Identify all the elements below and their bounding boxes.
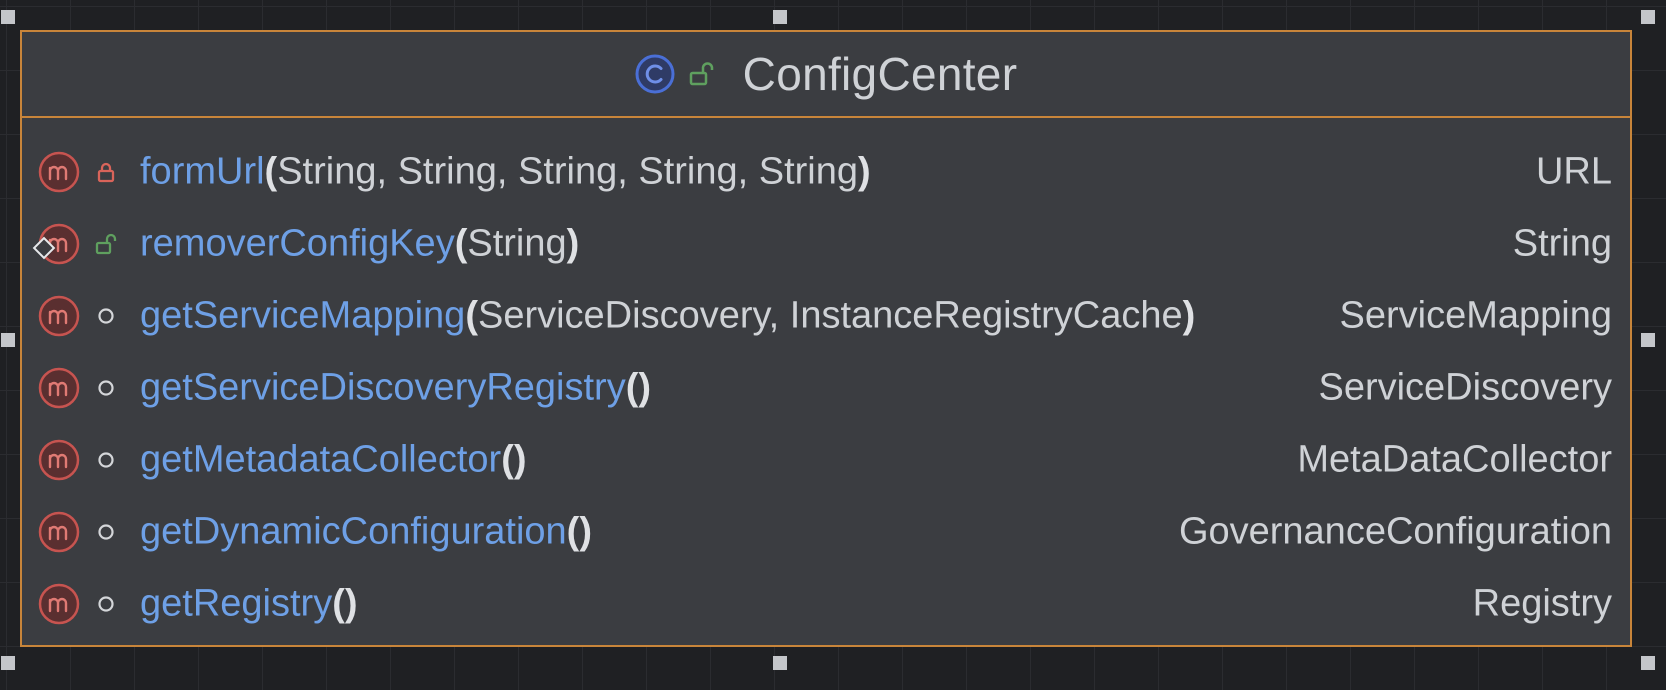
package-visibility-icon xyxy=(94,376,118,400)
resize-handle-top-center[interactable] xyxy=(773,10,787,24)
method-row[interactable]: getRegistry() Registry xyxy=(22,568,1630,640)
return-type: String xyxy=(1512,222,1612,265)
method-name: removerConfigKey xyxy=(140,222,455,265)
open-paren: ( xyxy=(625,366,639,409)
method-icon xyxy=(38,367,80,409)
close-paren: ) xyxy=(566,222,580,265)
package-visibility-icon xyxy=(94,520,118,544)
return-type: ServiceMapping xyxy=(1339,294,1612,337)
method-name: formUrl xyxy=(140,150,265,193)
return-type: ServiceDiscovery xyxy=(1318,366,1612,409)
method-row[interactable]: getServiceMapping(ServiceDiscovery, Inst… xyxy=(22,280,1630,352)
method-icon xyxy=(38,151,80,193)
method-name: getServiceDiscoveryRegistry xyxy=(140,366,626,409)
open-paren: ( xyxy=(332,582,345,625)
resize-handle-top-right[interactable] xyxy=(1641,10,1655,24)
method-signature: getMetadataCollector() xyxy=(140,439,527,482)
open-paren: ( xyxy=(454,222,468,265)
method-icon xyxy=(38,511,80,553)
method-signature: removerConfigKey(String) xyxy=(140,223,579,266)
method-signature: getServiceMapping(ServiceDiscovery, Inst… xyxy=(140,295,1195,338)
method-icon xyxy=(38,583,80,625)
close-paren: ) xyxy=(638,366,652,409)
open-paren: ( xyxy=(264,150,278,193)
class-name: ConfigCenter xyxy=(742,48,1018,100)
close-paren: ) xyxy=(858,150,871,193)
return-type: MetaDataCollector xyxy=(1297,438,1612,481)
return-type: GovernanceConfiguration xyxy=(1178,510,1612,553)
method-name: getServiceMapping xyxy=(140,294,466,337)
method-signature: formUrl(String, String, String, String, … xyxy=(140,151,871,194)
resize-handle-bottom-center[interactable] xyxy=(773,656,787,670)
method-list: formUrl(String, String, String, String, … xyxy=(22,118,1630,640)
package-visibility-icon xyxy=(94,304,118,328)
return-type: Registry xyxy=(1472,582,1612,625)
open-lock-icon xyxy=(94,232,118,256)
close-paren: ) xyxy=(1182,294,1196,337)
method-icon xyxy=(38,295,80,337)
resize-handle-middle-left[interactable] xyxy=(1,333,15,347)
package-visibility-icon xyxy=(94,592,118,616)
package-visibility-icon xyxy=(94,448,118,472)
method-name: getDynamicConfiguration xyxy=(140,510,567,553)
class-header: ConfigCenter xyxy=(22,32,1630,118)
method-row[interactable]: getDynamicConfiguration() GovernanceConfi… xyxy=(22,496,1630,568)
uml-class-node[interactable]: ConfigCenter formUrl(String, String, Str… xyxy=(20,30,1632,647)
method-row[interactable]: formUrl(String, String, String, String, … xyxy=(22,136,1630,208)
open-paren: ( xyxy=(465,294,478,337)
return-type: URL xyxy=(1535,150,1612,193)
open-paren: ( xyxy=(566,510,580,553)
close-paren: ) xyxy=(579,510,592,553)
method-row[interactable]: getMetadataCollector() MetaDataCollector xyxy=(22,424,1630,496)
method-name: getMetadataCollector xyxy=(140,438,502,481)
resize-handle-bottom-left[interactable] xyxy=(1,656,15,670)
method-name: getRegistry xyxy=(140,582,333,625)
close-paren: ) xyxy=(344,582,358,625)
method-params: String xyxy=(467,222,567,265)
method-signature: getDynamicConfiguration() xyxy=(140,511,592,554)
method-params: ServiceDiscovery, InstanceRegistryCache xyxy=(477,294,1183,337)
resize-handle-bottom-right[interactable] xyxy=(1641,656,1655,670)
open-paren: ( xyxy=(501,438,514,481)
close-paren: ) xyxy=(513,438,527,481)
method-icon xyxy=(38,439,80,481)
method-signature: getServiceDiscoveryRegistry() xyxy=(140,367,651,410)
class-icon xyxy=(635,54,675,94)
open-lock-icon xyxy=(687,59,717,89)
method-row[interactable]: getServiceDiscoveryRegistry() ServiceDisc… xyxy=(22,352,1630,424)
method-row[interactable]: removerConfigKey(String) String xyxy=(22,208,1630,280)
private-lock-icon xyxy=(94,160,118,184)
resize-handle-top-left[interactable] xyxy=(1,10,15,24)
resize-handle-middle-right[interactable] xyxy=(1641,333,1655,347)
method-signature: getRegistry() xyxy=(140,583,358,626)
method-params: String, String, String, String, String xyxy=(277,150,859,193)
